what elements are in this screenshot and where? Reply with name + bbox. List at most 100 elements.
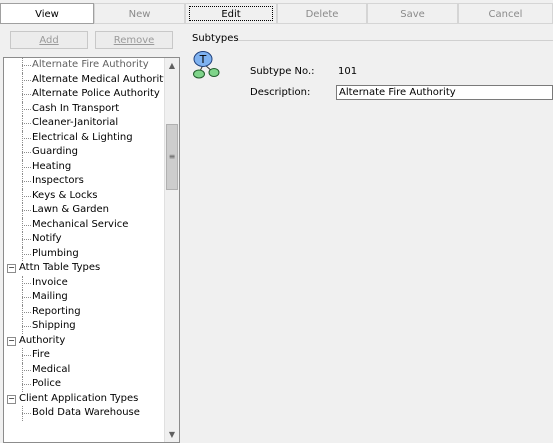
new-button[interactable]: New (94, 3, 185, 24)
tree-item[interactable]: Alternate Fire Authority (4, 58, 166, 73)
tree-connector (22, 282, 31, 284)
tree-connector (22, 210, 31, 211)
tree-item-label: Fire (32, 349, 50, 360)
tree-item-label: Authority (19, 334, 66, 346)
tree-item[interactable]: Bold Data Warehouse (4, 406, 166, 421)
tree-item[interactable]: Keys & Locks (4, 188, 166, 203)
remove-button[interactable]: Remove (95, 31, 173, 49)
tree-list: Alternate Fire Authority Alternate Medica… (4, 58, 170, 421)
focus-rectangle (189, 6, 273, 21)
scroll-thumb[interactable]: ≡ (166, 124, 178, 190)
tree-connector (22, 384, 31, 385)
tree-item[interactable]: Plumbing (4, 246, 166, 261)
tree-scrollbar[interactable]: ▲ ≡ ▼ (164, 58, 179, 442)
tree-connector (22, 413, 31, 414)
subtype-tree[interactable]: Alternate Fire Authority Alternate Medica… (3, 57, 180, 443)
tree-connector (22, 123, 31, 124)
toolbar: View New Edit Delete Save Cancel (0, 0, 553, 27)
tree-item-label: Guarding (32, 146, 78, 157)
tree-group[interactable]: − Client Application Types (4, 392, 166, 407)
subtype-no-value: 101 (338, 66, 358, 77)
tree-connector (22, 355, 31, 356)
tree-connector (22, 253, 31, 255)
collapse-icon[interactable]: − (7, 394, 16, 404)
collapse-icon[interactable]: − (7, 264, 16, 273)
view-button[interactable]: View (0, 3, 94, 24)
tree-item-label: Plumbing (32, 247, 79, 259)
subtypes-group-title: Subtypes (192, 33, 239, 44)
tree-item-label: Reporting (32, 305, 81, 317)
tree-item[interactable]: Guarding (4, 145, 166, 160)
tree-item-label: Client Application Types (19, 392, 139, 404)
tree-connector (22, 166, 31, 168)
tree-connector (22, 326, 31, 327)
tree-item-label: Mechanical Service (32, 218, 129, 230)
tree-item-label: Invoice (32, 276, 68, 288)
tree-item-label: Shipping (32, 320, 76, 331)
tree-item-label: Heating (32, 160, 72, 172)
tree-item[interactable]: Medical (4, 362, 166, 377)
tree-connector (22, 239, 31, 240)
tree-connector (22, 195, 31, 197)
subtype-icon-letter: T (199, 53, 207, 66)
remove-button-label: Remove (113, 35, 155, 46)
group-divider (238, 40, 553, 41)
scroll-down-icon[interactable]: ▼ (165, 427, 179, 442)
left-panel: Add Remove Alternate Fire Authority Alter… (0, 27, 183, 443)
tree-item-label: Police (32, 378, 61, 389)
tree-item[interactable]: Invoice (4, 275, 166, 290)
tree-item[interactable]: Mailing (4, 290, 166, 305)
save-button[interactable]: Save (367, 3, 458, 24)
tree-connector (22, 224, 31, 226)
scroll-up-icon[interactable]: ▲ (165, 58, 179, 73)
tree-item[interactable]: Alternate Medical Authority (4, 72, 170, 87)
tree-connector (22, 369, 31, 371)
tree-item-label: Electrical & Lighting (32, 131, 133, 143)
delete-button[interactable]: Delete (277, 3, 367, 24)
tree-item[interactable]: Reporting (4, 304, 166, 319)
tree-item[interactable]: Electrical & Lighting (4, 130, 166, 145)
tree-connector (22, 311, 31, 313)
tree-item[interactable]: Alternate Police Authority (4, 87, 166, 102)
tree-item-label: Cleaner-Janitorial (32, 117, 119, 128)
add-button[interactable]: Add (10, 31, 88, 49)
tree-item[interactable]: Heating (4, 159, 166, 174)
cancel-button[interactable]: Cancel (458, 3, 553, 24)
tree-item-label: Alternate Police Authority (32, 88, 160, 99)
tree-group[interactable]: − Authority (4, 334, 166, 349)
tree-item[interactable]: Mechanical Service (4, 217, 166, 232)
tree-item-label: Keys & Locks (32, 189, 98, 201)
tree-item-label: Alternate Medical Authority (32, 73, 170, 85)
tree-item-label: Lawn & Garden (32, 204, 110, 215)
tree-connector (22, 108, 31, 110)
edit-button[interactable]: Edit (185, 3, 277, 24)
tree-item[interactable]: Inspectors (4, 174, 166, 189)
collapse-icon[interactable]: − (7, 336, 16, 346)
description-field[interactable] (336, 85, 553, 100)
tree-item[interactable]: Cleaner-Janitorial (4, 116, 166, 131)
tree-connector (22, 152, 31, 153)
tree-connector (22, 297, 31, 298)
add-button-label: Add (39, 35, 59, 46)
tree-connector (22, 181, 31, 182)
tree-item-label: Notify (32, 233, 62, 244)
tree-item[interactable]: Shipping (4, 319, 166, 334)
tree-item[interactable]: Fire (4, 348, 166, 363)
tree-item-label: Bold Data Warehouse (32, 407, 140, 418)
description-label: Description: (250, 87, 311, 98)
tree-item[interactable]: Police (4, 377, 166, 392)
tree-connector (22, 65, 31, 66)
tree-item[interactable]: Lawn & Garden (4, 203, 166, 218)
tree-item[interactable]: Cash In Transport (4, 101, 166, 116)
tree-group[interactable]: − Attn Table Types (4, 261, 166, 276)
subtype-no-label: Subtype No.: (250, 66, 315, 77)
scroll-grip-icon: ≡ (168, 152, 176, 161)
tree-item-label: Alternate Fire Authority (32, 59, 149, 70)
tree-item-label: Inspectors (32, 175, 84, 186)
tree-item-label: Medical (32, 363, 71, 375)
tree-connector (22, 79, 31, 81)
tree-connector (22, 94, 31, 95)
tree-item-label: Mailing (32, 291, 68, 302)
tree-item[interactable]: Notify (4, 232, 166, 247)
tree-connector (22, 137, 31, 139)
